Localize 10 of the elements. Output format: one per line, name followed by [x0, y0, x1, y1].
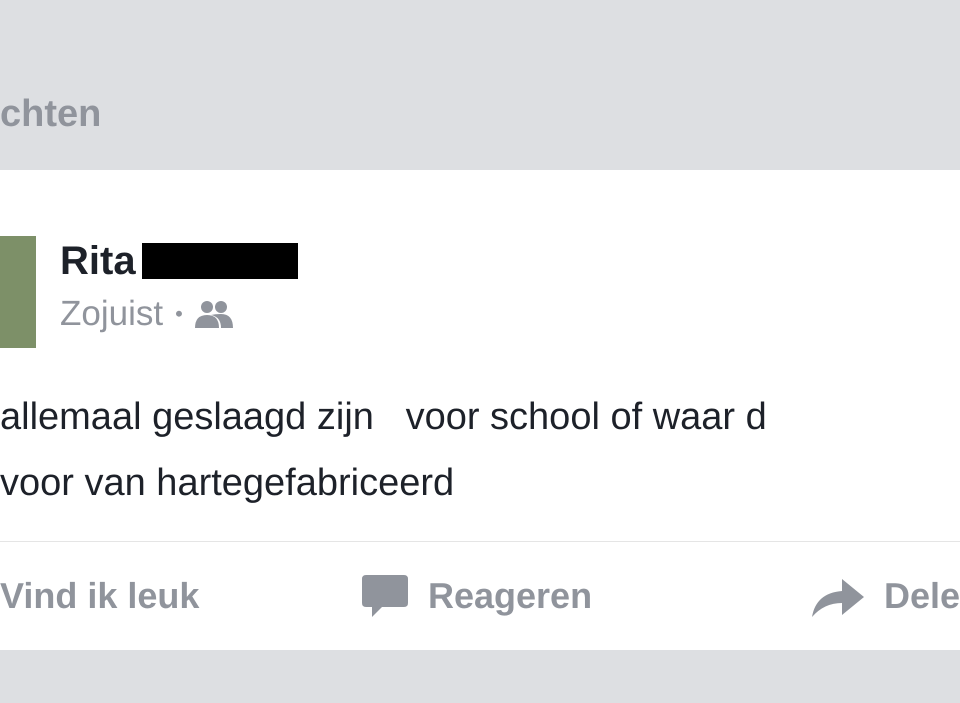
separator-dot: •: [175, 301, 183, 327]
comment-button[interactable]: Reageren: [360, 571, 810, 621]
post-text-line: allemaal geslaagd zijn voor school of waar d: [0, 395, 768, 440]
section-title: chten: [0, 93, 102, 136]
like-button[interactable]: Vind ik leuk: [0, 575, 360, 617]
share-button[interactable]: Dele: [810, 571, 960, 621]
people-icon: [194, 300, 235, 328]
post-time[interactable]: Zojuist: [60, 294, 164, 334]
author-name[interactable]: Rita: [60, 238, 136, 284]
post-text-line: voor van hartegefabriceerd: [0, 461, 456, 506]
